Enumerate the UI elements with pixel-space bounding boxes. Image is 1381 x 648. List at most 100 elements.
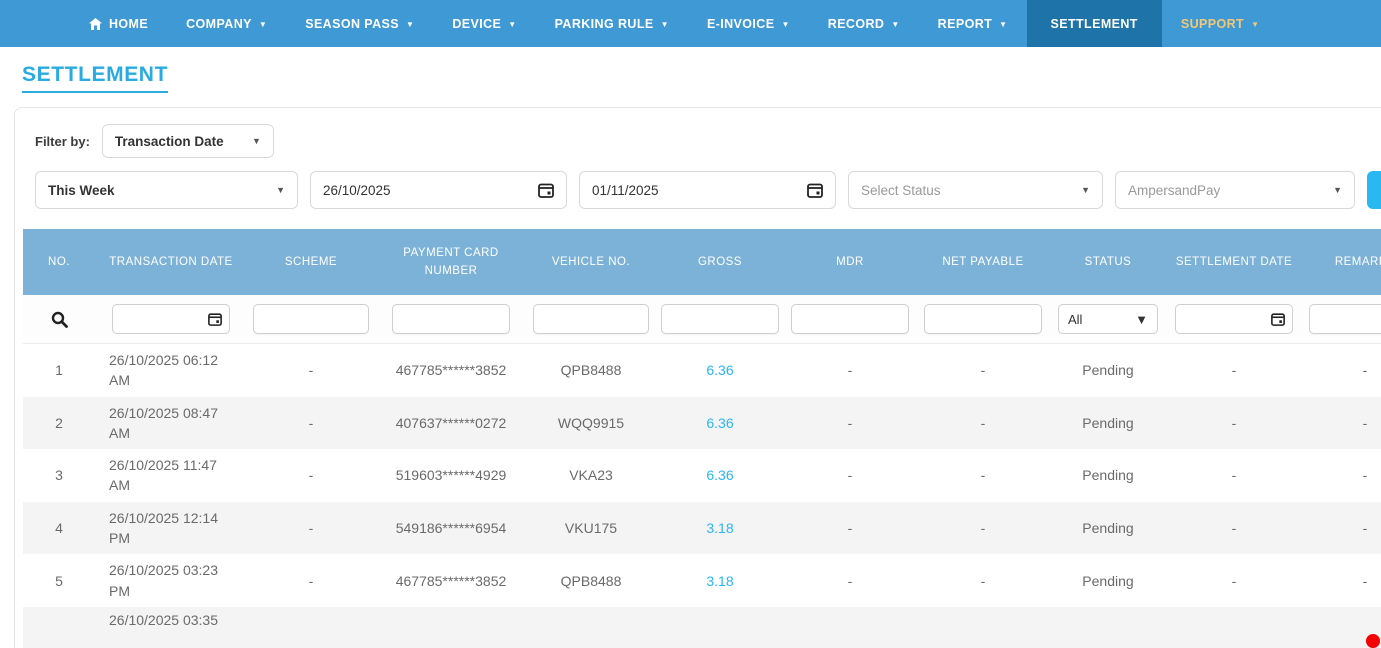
- filters-section: Filter by: Transaction Date ▼ This Week …: [15, 108, 1381, 223]
- col-header-transaction-date: TRANSACTION DATE: [95, 229, 247, 295]
- nav-item-report[interactable]: REPORT ▼: [919, 0, 1027, 47]
- nav-item-parking-rule[interactable]: PARKING RULE ▼: [536, 0, 688, 47]
- col-header-payment-card-number: PAYMENT CARD NUMBER: [375, 229, 527, 295]
- nav-item-record[interactable]: RECORD ▼: [809, 0, 919, 47]
- cell-no: 3: [23, 463, 95, 487]
- gross-amount-link[interactable]: 6.36: [706, 467, 733, 483]
- nav-item-support[interactable]: SUPPORT ▼: [1162, 0, 1279, 47]
- cell-mdr: -: [785, 411, 915, 435]
- cell-no: [23, 607, 95, 615]
- cell-scheme: -: [247, 463, 375, 487]
- chevron-down-icon: ▼: [406, 21, 414, 29]
- cell-mdr: [785, 607, 915, 615]
- cell-gross: [655, 607, 785, 615]
- cell-transaction-date: 26/10/2025 08:47 AM: [95, 397, 247, 450]
- status-value: Pending: [1051, 569, 1165, 593]
- search-gross-input[interactable]: [661, 304, 779, 334]
- period-select[interactable]: This Week ▼: [35, 171, 298, 209]
- cell-net-payable: [915, 607, 1051, 615]
- nav-item-label: PARKING RULE: [555, 17, 654, 31]
- calendar-icon[interactable]: [807, 182, 823, 198]
- nav-item-e-invoice[interactable]: E-INVOICE ▼: [688, 0, 809, 47]
- cell-net-payable: -: [915, 411, 1051, 435]
- chevron-down-icon: ▼: [508, 21, 516, 29]
- cell-settlement-date: -: [1165, 358, 1303, 382]
- cell-transaction-date: 26/10/2025 03:23 PM: [95, 554, 247, 607]
- cell-settlement-date: -: [1165, 569, 1303, 593]
- table-row: 5 26/10/2025 03:23 PM - 467785******3852…: [23, 554, 1381, 607]
- provider-select[interactable]: AmpersandPay ▼: [1115, 171, 1355, 209]
- chevron-down-icon: ▼: [1251, 21, 1259, 29]
- date-from-value: 26/10/2025: [323, 183, 391, 198]
- cell-net-payable: -: [915, 569, 1051, 593]
- nav-item-device[interactable]: DEVICE ▼: [433, 0, 535, 47]
- cell-net-payable: -: [915, 516, 1051, 540]
- filter-by-label: Filter by:: [35, 134, 90, 149]
- search-status-select[interactable]: All ▼: [1058, 304, 1158, 334]
- gross-amount-link[interactable]: 6.36: [706, 362, 733, 378]
- status-value: Pending: [1051, 516, 1165, 540]
- cell-card: 519603******4929: [375, 463, 527, 487]
- gross-amount-link[interactable]: 3.18: [706, 573, 733, 589]
- page-title: SETTLEMENT: [22, 63, 168, 93]
- nav-item-label: SEASON PASS: [305, 17, 399, 31]
- cell-vehicle: VKU175: [527, 516, 655, 540]
- status-value: [1051, 607, 1165, 615]
- calendar-icon[interactable]: [1271, 312, 1285, 326]
- col-header-gross: GROSS: [655, 229, 785, 295]
- search-net-payable-input[interactable]: [924, 304, 1042, 334]
- nav-item-company[interactable]: COMPANY ▼: [167, 0, 286, 47]
- search-remarks-input[interactable]: [1309, 304, 1381, 334]
- search-scheme-input[interactable]: [253, 304, 369, 334]
- status-value: Pending: [1051, 358, 1165, 382]
- gross-amount-link[interactable]: 3.18: [706, 520, 733, 536]
- top-navbar: HOME COMPANY ▼ SEASON PASS ▼ DEVICE ▼ PA…: [0, 0, 1381, 47]
- cell-remarks: [1303, 607, 1381, 615]
- cell-no: 2: [23, 411, 95, 435]
- home-icon: [89, 18, 102, 30]
- col-header-status: STATUS: [1051, 229, 1165, 295]
- nav-item-label: SETTLEMENT: [1051, 17, 1138, 31]
- calendar-icon[interactable]: [208, 312, 222, 326]
- cell-remarks: -: [1303, 411, 1381, 435]
- gross-amount-link[interactable]: 6.36: [706, 415, 733, 431]
- cell-remarks: -: [1303, 569, 1381, 593]
- status-select[interactable]: Select Status ▼: [848, 171, 1103, 209]
- nav-item-home[interactable]: HOME: [70, 0, 167, 47]
- col-header-vehicle-no: VEHICLE NO.: [527, 229, 655, 295]
- cell-mdr: -: [785, 463, 915, 487]
- nav-item-label: E-INVOICE: [707, 17, 775, 31]
- cell-vehicle: QPB8488: [527, 358, 655, 382]
- chevron-down-icon: ▼: [661, 21, 669, 29]
- status-placeholder: Select Status: [861, 183, 941, 198]
- search-vehicle-input[interactable]: [533, 304, 649, 334]
- cell-card: 467785******3852: [375, 569, 527, 593]
- date-from-input[interactable]: 26/10/2025: [310, 171, 567, 209]
- search-card-input[interactable]: [392, 304, 510, 334]
- apply-filter-button[interactable]: [1367, 171, 1381, 209]
- cell-card: 549186******6954: [375, 516, 527, 540]
- date-to-value: 01/11/2025: [592, 183, 659, 198]
- cell-no: 4: [23, 516, 95, 540]
- cell-transaction-date: 26/10/2025 06:12 AM: [95, 344, 247, 397]
- chevron-down-icon: ▼: [1081, 185, 1090, 195]
- provider-value: AmpersandPay: [1128, 183, 1220, 198]
- nav-item-season-pass[interactable]: SEASON PASS ▼: [286, 0, 433, 47]
- calendar-icon[interactable]: [538, 182, 554, 198]
- nav-item-settlement[interactable]: SETTLEMENT: [1027, 0, 1162, 47]
- status-value: Pending: [1051, 463, 1165, 487]
- search-status-value: All: [1068, 312, 1082, 327]
- cell-mdr: -: [785, 516, 915, 540]
- cell-scheme: [247, 607, 375, 615]
- nav-item-label: DEVICE: [452, 17, 501, 31]
- date-to-input[interactable]: 01/11/2025: [579, 171, 836, 209]
- cell-vehicle: QPB8488: [527, 569, 655, 593]
- search-settlement-date-input[interactable]: [1175, 304, 1293, 334]
- nav-item-label: HOME: [109, 17, 148, 31]
- search-mdr-input[interactable]: [791, 304, 909, 334]
- search-transaction-date-input[interactable]: [112, 304, 230, 334]
- nav-item-label: COMPANY: [186, 17, 252, 31]
- filter-by-select[interactable]: Transaction Date ▼: [102, 124, 274, 158]
- chevron-down-icon: ▼: [781, 21, 789, 29]
- table-row: 2 26/10/2025 08:47 AM - 407637******0272…: [23, 397, 1381, 450]
